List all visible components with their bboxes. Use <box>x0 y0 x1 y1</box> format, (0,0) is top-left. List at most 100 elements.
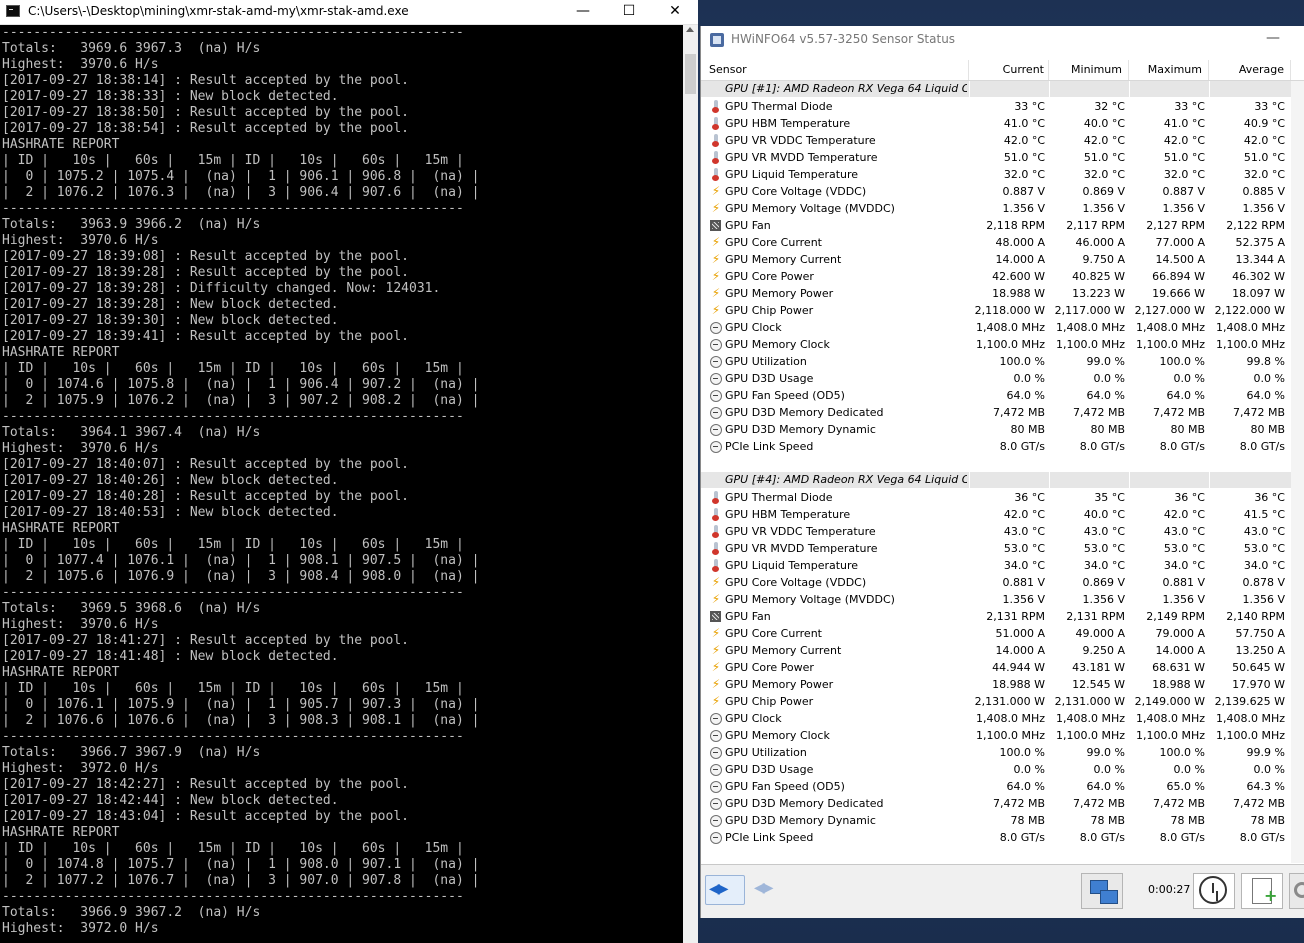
hwinfo-sensor-window[interactable]: HWiNFO64 v5.57-3250 Sensor Status — Sens… <box>700 26 1304 918</box>
sensor-value-current: 42.0 °C <box>1003 508 1045 521</box>
console-line: ----------------------------------------… <box>2 889 464 904</box>
sensor-row[interactable]: GPU D3D Memory Dynamic 80 MB 80 MB 80 MB 80 … <box>701 421 1291 438</box>
sensor-value-minimum: 1,408.0 MHz <box>1055 321 1125 334</box>
sensor-row[interactable]: GPU Thermal Diode 36 °C 35 °C 36 °C 36 °C <box>701 489 1291 506</box>
settings-gear-icon[interactable] <box>1289 873 1304 909</box>
sensor-row[interactable]: GPU HBM Temperature 41.0 °C 40.0 °C 41.0 °C… <box>701 115 1291 132</box>
column-header-sensor[interactable]: Sensor <box>701 60 969 80</box>
sensor-value-current: 32.0 °C <box>1003 168 1045 181</box>
sensor-row[interactable]: ⚡ GPU Core Power 44.944 W 43.181 W 68.631 W 5… <box>701 659 1291 676</box>
sensor-value-average: 2,140 RPM <box>1226 610 1285 623</box>
add-report-icon[interactable] <box>1241 873 1283 909</box>
close-button[interactable]: ✕ <box>652 0 698 24</box>
sensor-group-name: GPU [#4]: AMD Radeon RX Vega 64 Liquid C… <box>725 473 967 486</box>
sensor-value-current: 14.000 A <box>995 644 1045 657</box>
sensor-row[interactable]: GPU VR VDDC Temperature 42.0 °C 42.0 °C 42.… <box>701 132 1291 149</box>
sensor-row[interactable]: GPU Clock 1,408.0 MHz 1,408.0 MHz 1,408.0 M… <box>701 319 1291 336</box>
sensor-value-minimum: 1,100.0 MHz <box>1055 338 1125 351</box>
maximize-button[interactable]: ☐ <box>606 0 652 24</box>
sensor-row[interactable]: ⚡ GPU Memory Power 18.988 W 12.545 W 18.988 … <box>701 676 1291 693</box>
collapse-arrows-icon[interactable] <box>705 875 745 905</box>
scroll-up-arrow-icon[interactable] <box>686 27 694 32</box>
sensor-row[interactable]: GPU Utilization 100.0 % 99.0 % 100.0 % 99.9 … <box>701 744 1291 761</box>
sensor-row[interactable]: ⚡ GPU Core Current 51.000 A 49.000 A 79.000 … <box>701 625 1291 642</box>
sensor-row[interactable]: GPU D3D Memory Dedicated 7,472 MB 7,472 MB… <box>701 795 1291 812</box>
console-titlebar[interactable]: C:\Users\-\Desktop\mining\xmr-stak-amd-m… <box>0 0 698 25</box>
sensor-row[interactable]: GPU Liquid Temperature 34.0 °C 34.0 °C 34.0… <box>701 557 1291 574</box>
console-scrollbar[interactable] <box>683 25 698 943</box>
sensor-value-minimum: 8.0 GT/s <box>1079 440 1125 453</box>
column-header-current[interactable]: Current <box>969 60 1049 80</box>
column-header-average[interactable]: Average <box>1209 60 1291 80</box>
sensor-row[interactable]: GPU HBM Temperature 42.0 °C 40.0 °C 42.0 °C… <box>701 506 1291 523</box>
sensor-group-header[interactable]: GPU [#1]: AMD Radeon RX Vega 64 Liquid C… <box>701 81 1291 97</box>
sensor-name: GPU D3D Memory Dynamic <box>725 423 876 436</box>
sensor-row[interactable]: ⚡ GPU Memory Voltage (MVDDC) 1.356 V 1.356 … <box>701 200 1291 217</box>
sensor-value-average: 50.645 W <box>1232 661 1285 674</box>
console-line: ----------------------------------------… <box>2 729 464 744</box>
sensor-row[interactable]: GPU D3D Usage 0.0 % 0.0 % 0.0 % 0.0 % <box>701 370 1291 387</box>
sensor-row[interactable]: ⚡ GPU Chip Power 2,118.000 W 2,117.000 W 2,1… <box>701 302 1291 319</box>
console-line: Totals: 3969.6 3967.3 (na) H/s <box>2 41 261 56</box>
sensor-row[interactable]: GPU D3D Usage 0.0 % 0.0 % 0.0 % 0.0 % <box>701 761 1291 778</box>
sensor-value-current: 51.0 °C <box>1003 151 1045 164</box>
sensor-row[interactable]: ⚡ GPU Core Voltage (VDDC) 0.881 V 0.869 V 0.… <box>701 574 1291 591</box>
console-window[interactable]: C:\Users\-\Desktop\mining\xmr-stak-amd-m… <box>0 0 698 943</box>
column-header-minimum[interactable]: Minimum <box>1049 60 1129 80</box>
sensor-list-scrollbar[interactable] <box>1291 81 1304 863</box>
sensor-value-minimum: 99.0 % <box>1086 746 1125 759</box>
sensor-row[interactable]: GPU Fan Speed (OD5) 64.0 % 64.0 % 64.0 % 64.… <box>701 387 1291 404</box>
sensor-row[interactable]: ⚡ GPU Memory Current 14.000 A 9.250 A 14.000… <box>701 642 1291 659</box>
sensor-row[interactable]: GPU Liquid Temperature 32.0 °C 32.0 °C 32.0… <box>701 166 1291 183</box>
sensor-row[interactable]: ⚡ GPU Core Current 48.000 A 46.000 A 77.000 … <box>701 234 1291 251</box>
scrollbar-thumb[interactable] <box>685 54 696 94</box>
sensor-row[interactable]: ⚡ GPU Memory Current 14.000 A 9.750 A 14.500… <box>701 251 1291 268</box>
console-line: [2017-09-27 18:39:28] : New block detect… <box>2 297 339 312</box>
console-line: | 0 | 1077.4 | 1076.1 | (na) | 1 | 908.1… <box>2 553 480 568</box>
sensor-row[interactable]: GPU Utilization 100.0 % 99.0 % 100.0 % 99.8 … <box>701 353 1291 370</box>
console-line: Totals: 3966.7 3967.9 (na) H/s <box>2 745 261 760</box>
sensor-row[interactable]: GPU D3D Memory Dedicated 7,472 MB 7,472 MB… <box>701 404 1291 421</box>
sensor-row[interactable]: GPU Fan Speed (OD5) 64.0 % 64.0 % 65.0 % 64.… <box>701 778 1291 795</box>
sensor-row[interactable]: GPU VR MVDD Temperature 51.0 °C 51.0 °C 51.… <box>701 149 1291 166</box>
sensor-name: GPU Fan <box>725 219 771 232</box>
network-computers-icon[interactable] <box>1081 873 1123 909</box>
sensor-name: GPU Clock <box>725 712 782 725</box>
sensor-row[interactable]: ⚡ GPU Core Power 42.600 W 40.825 W 66.894 W 4… <box>701 268 1291 285</box>
console-output[interactable]: ----------------------------------------… <box>0 25 683 943</box>
column-header-maximum[interactable]: Maximum <box>1129 60 1209 80</box>
sensor-value-maximum: 7,472 MB <box>1152 406 1205 419</box>
sensor-group-header[interactable]: GPU [#4]: AMD Radeon RX Vega 64 Liquid C… <box>701 472 1291 488</box>
lightning-icon: ⚡ <box>711 626 721 640</box>
sensor-row[interactable]: ⚡ GPU Memory Voltage (MVDDC) 1.356 V 1.356 … <box>701 591 1291 608</box>
hwinfo-titlebar[interactable]: HWiNFO64 v5.57-3250 Sensor Status — <box>701 26 1304 54</box>
sensor-row[interactable]: GPU VR MVDD Temperature 53.0 °C 53.0 °C 53.… <box>701 540 1291 557</box>
sensor-list[interactable]: GPU [#1]: AMD Radeon RX Vega 64 Liquid C… <box>701 81 1304 863</box>
sensor-value-average: 0.885 V <box>1242 185 1285 198</box>
minimize-button[interactable]: — <box>560 0 606 24</box>
sensor-row[interactable]: ⚡ GPU Chip Power 2,131.000 W 2,131.000 W 2,1… <box>701 693 1291 710</box>
sensor-row[interactable]: GPU Fan 2,131 RPM 2,131 RPM 2,149 RPM 2,140 … <box>701 608 1291 625</box>
sensor-value-minimum: 8.0 GT/s <box>1079 831 1125 844</box>
sensor-row[interactable]: PCIe Link Speed 8.0 GT/s 8.0 GT/s 8.0 GT/s 8… <box>701 829 1291 846</box>
sensor-row[interactable]: GPU Memory Clock 1,100.0 MHz 1,100.0 MHz 1,… <box>701 727 1291 744</box>
sensor-name: GPU Chip Power <box>725 304 814 317</box>
clock-reset-icon[interactable] <box>1193 873 1235 909</box>
expand-arrows-icon[interactable] <box>751 875 789 905</box>
sensor-value-minimum: 34.0 °C <box>1083 559 1125 572</box>
sensor-row[interactable]: ⚡ GPU Memory Power 18.988 W 13.223 W 19.666 … <box>701 285 1291 302</box>
sensor-row[interactable]: GPU D3D Memory Dynamic 78 MB 78 MB 78 MB 78 … <box>701 812 1291 829</box>
sensor-value-current: 0.0 % <box>1013 763 1045 776</box>
sensor-row[interactable]: GPU Clock 1,408.0 MHz 1,408.0 MHz 1,408.0 M… <box>701 710 1291 727</box>
sensor-row[interactable]: PCIe Link Speed 8.0 GT/s 8.0 GT/s 8.0 GT/s 8… <box>701 438 1291 455</box>
sensor-row[interactable]: GPU Fan 2,118 RPM 2,117 RPM 2,127 RPM 2,122 … <box>701 217 1291 234</box>
sensor-row[interactable]: ⚡ GPU Core Voltage (VDDC) 0.887 V 0.869 V 0.… <box>701 183 1291 200</box>
sensor-row[interactable]: GPU VR VDDC Temperature 43.0 °C 43.0 °C 43.… <box>701 523 1291 540</box>
hwinfo-minimize-button[interactable]: — <box>1263 30 1283 46</box>
sensor-row[interactable]: GPU Memory Clock 1,100.0 MHz 1,100.0 MHz 1,… <box>701 336 1291 353</box>
sensor-name: PCIe Link Speed <box>725 440 814 453</box>
sensor-value-minimum: 40.825 W <box>1072 270 1125 283</box>
sensor-row[interactable]: GPU Thermal Diode 33 °C 32 °C 33 °C 33 °C <box>701 98 1291 115</box>
sensor-value-maximum: 77.000 A <box>1155 236 1205 249</box>
sensor-value-current: 64.0 % <box>1006 780 1045 793</box>
